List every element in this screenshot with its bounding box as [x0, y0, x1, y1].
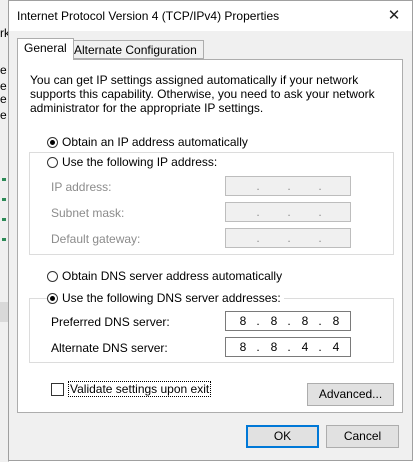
description-text: You can get IP settings assigned automat… — [30, 73, 375, 115]
obtain-ip-automatically-radio[interactable]: Obtain an IP address automatically — [47, 135, 248, 149]
alternate-dns-octet: 8 — [239, 340, 247, 354]
use-following-dns-radio[interactable]: Use the following DNS server addresses: — [47, 291, 284, 305]
advanced-button[interactable]: Advanced... — [307, 383, 394, 406]
ipv4-properties-dialog: Internet Protocol Version 4 (TCP/IPv4) P… — [8, 0, 413, 461]
alternate-dns-octet: 4 — [332, 340, 340, 354]
ip-address-input: ... — [225, 176, 351, 196]
alternate-dns-octet: 8 — [270, 340, 278, 354]
alternate-dns-octet: 4 — [301, 340, 309, 354]
radio-unselected-icon — [47, 270, 58, 282]
preferred-dns-octet: 8 — [270, 314, 278, 328]
background-network-icon — [2, 218, 6, 221]
obtain-ip-automatically-label: Obtain an IP address automatically — [62, 135, 248, 149]
tab-alternate-configuration[interactable]: Alternate Configuration — [67, 40, 204, 59]
background-network-icon — [2, 178, 6, 181]
cancel-button[interactable]: Cancel — [326, 425, 399, 448]
preferred-dns-octet: 8 — [332, 314, 340, 328]
tab-alternate-configuration-label: Alternate Configuration — [74, 43, 197, 57]
preferred-dns-input[interactable]: 8 . 8 . 8 . 8 — [225, 311, 351, 331]
validate-settings-label: Validate settings upon exit — [68, 381, 212, 397]
radio-selected-icon — [47, 136, 58, 148]
preferred-dns-label: Preferred DNS server: — [51, 315, 170, 329]
background-fragment: e — [0, 79, 7, 93]
obtain-dns-automatically-label: Obtain DNS server address automatically — [62, 269, 283, 283]
subnet-mask-input: ... — [225, 202, 351, 222]
title-bar: Internet Protocol Version 4 (TCP/IPv4) P… — [9, 1, 412, 31]
use-following-dns-label: Use the following DNS server addresses: — [62, 291, 281, 305]
use-following-ip-radio[interactable]: Use the following IP address: — [47, 155, 221, 169]
preferred-dns-octet: 8 — [301, 314, 309, 328]
checkbox-unchecked-icon — [51, 382, 64, 396]
preferred-dns-octet: 8 — [239, 314, 247, 328]
default-gateway-input: ... — [225, 228, 351, 248]
tab-general-label: General — [24, 41, 67, 55]
ok-button[interactable]: OK — [246, 425, 319, 448]
subnet-mask-label: Subnet mask: — [51, 206, 125, 220]
tab-general[interactable]: General — [17, 38, 74, 60]
use-following-ip-label: Use the following IP address: — [62, 155, 218, 169]
radio-selected-icon — [47, 292, 58, 304]
background-fragment: e — [0, 92, 7, 106]
obtain-dns-automatically-radio[interactable]: Obtain DNS server address automatically — [47, 269, 282, 283]
general-tab-panel: You can get IP settings assigned automat… — [17, 59, 403, 413]
close-icon[interactable]: ✕ — [382, 5, 406, 27]
window-title: Internet Protocol Version 4 (TCP/IPv4) P… — [17, 9, 280, 23]
alternate-dns-label: Alternate DNS server: — [51, 341, 168, 355]
validate-settings-checkbox[interactable]: Validate settings upon exit — [51, 381, 212, 397]
background-selection — [0, 302, 8, 322]
ip-address-label: IP address: — [51, 180, 112, 194]
background-fragment: e — [0, 63, 7, 77]
background-fragment: e — [0, 108, 7, 122]
background-network-icon — [2, 198, 6, 201]
default-gateway-label: Default gateway: — [51, 232, 141, 246]
background-network-icon — [2, 238, 6, 241]
radio-unselected-icon — [47, 156, 58, 168]
alternate-dns-input[interactable]: 8 . 8 . 4 . 4 — [225, 337, 351, 357]
